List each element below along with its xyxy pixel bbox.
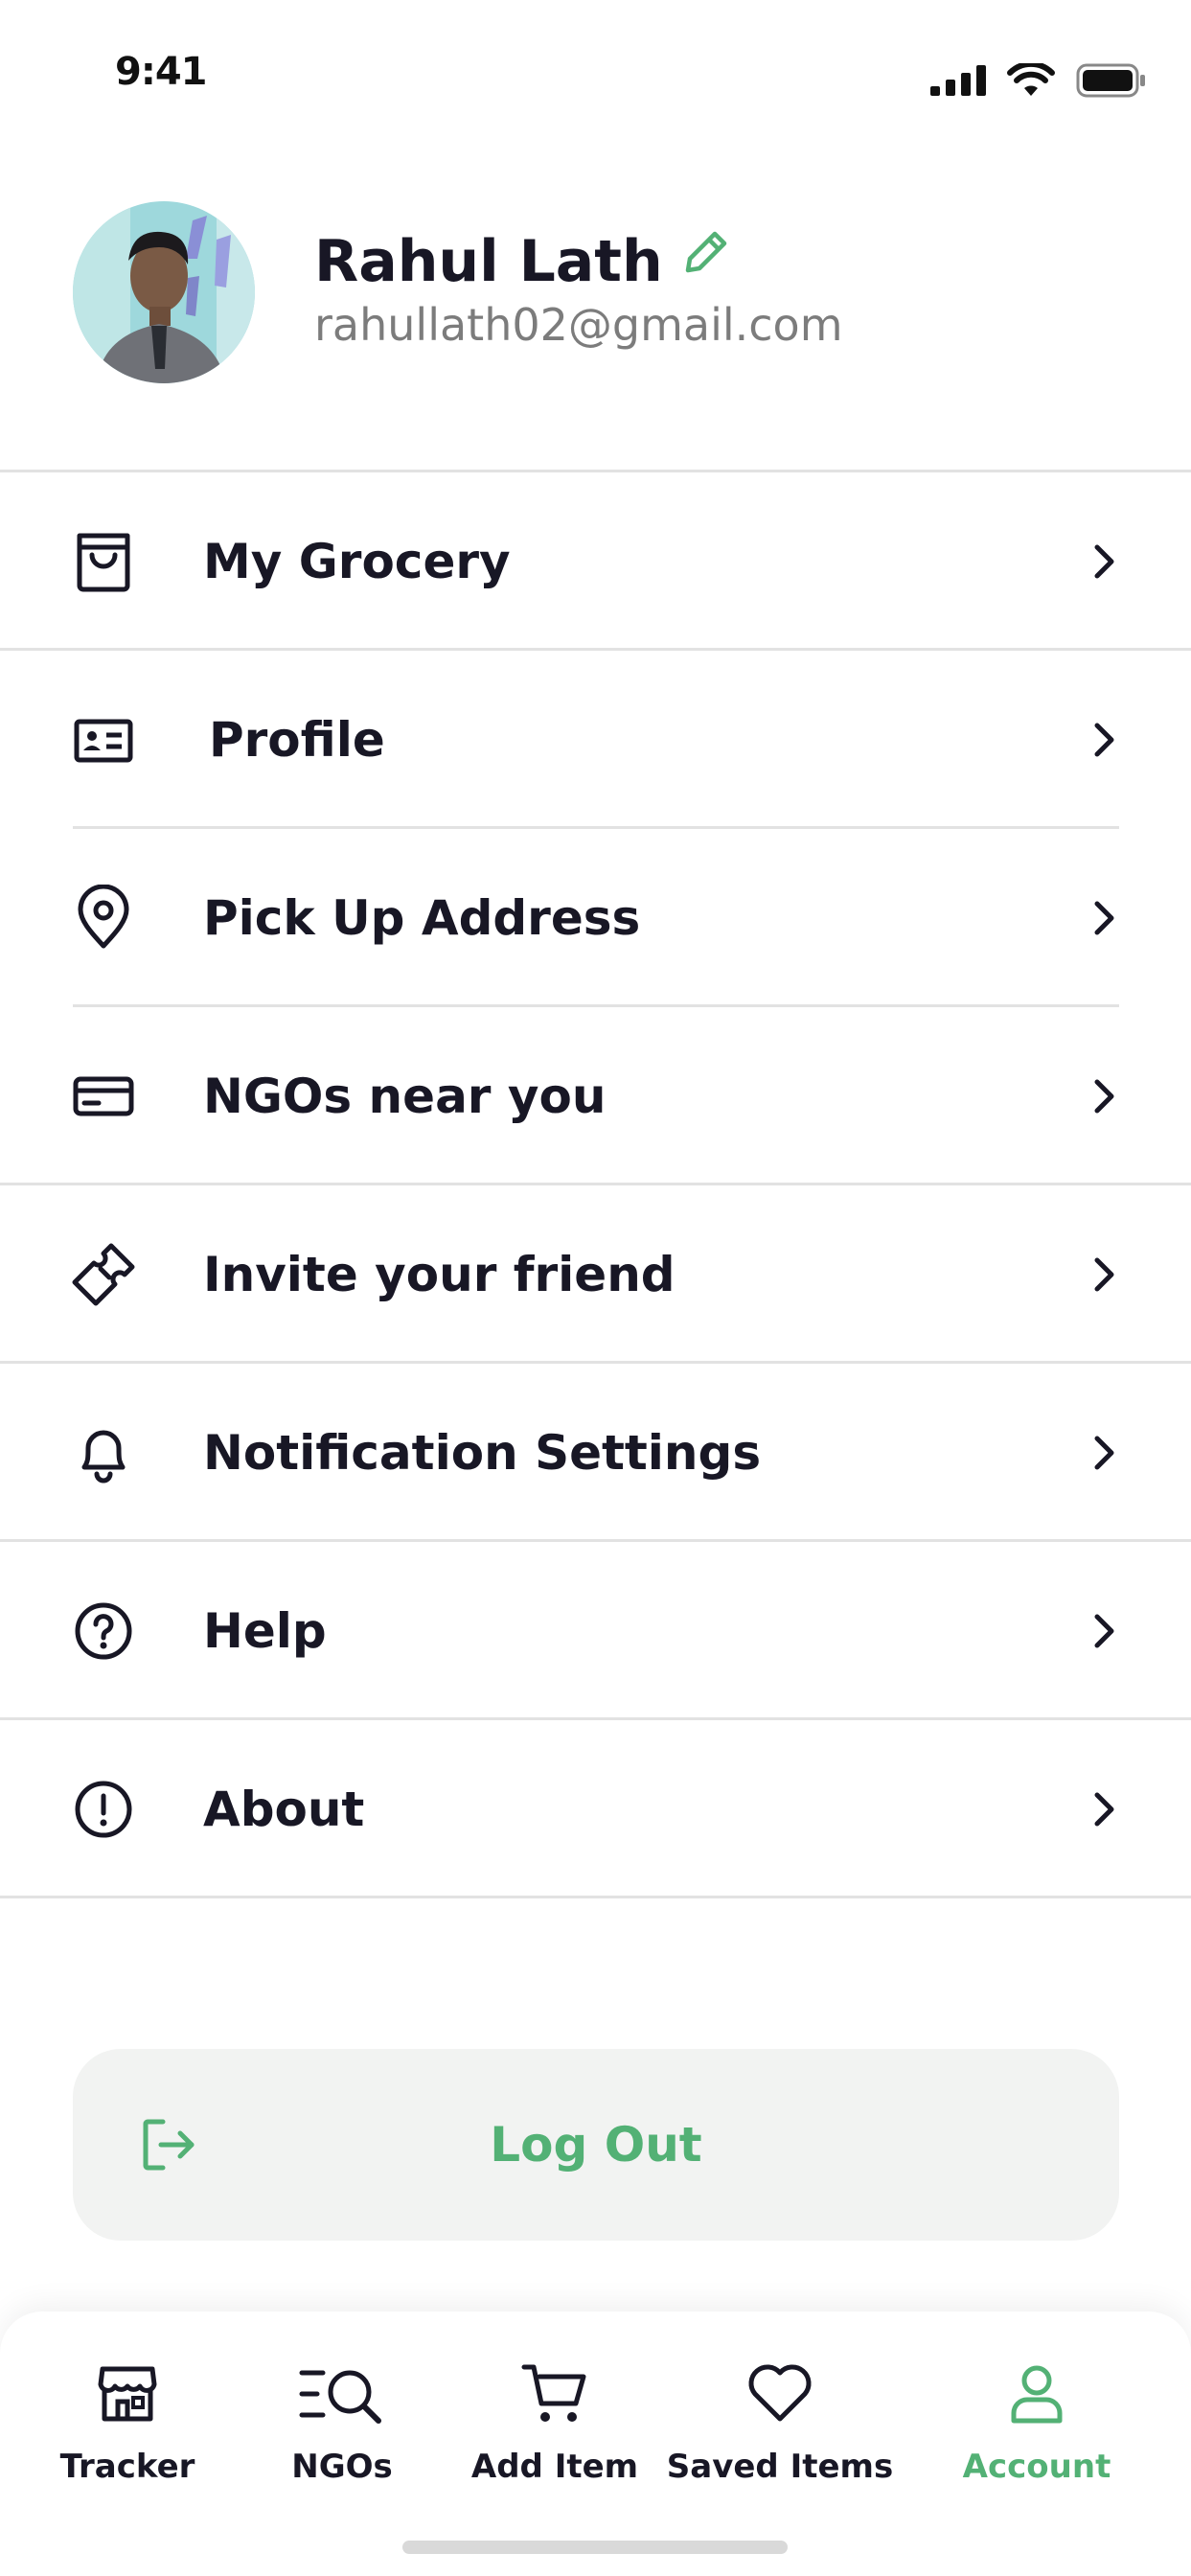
id-card-icon: [67, 703, 140, 776]
user-email: rahullath02@gmail.com: [314, 299, 843, 351]
user-name: Rahul Lath: [314, 228, 663, 295]
nav-label: Tracker: [59, 2448, 195, 2486]
nav-item-saved-items[interactable]: Saved Items: [665, 2359, 895, 2503]
ticket-icon: [67, 1238, 140, 1311]
shopping-bag-icon: [67, 525, 140, 598]
menu-item-label: Profile: [209, 712, 385, 768]
search-list-icon: [299, 2370, 381, 2424]
menu-item-help[interactable]: Help: [0, 1542, 1191, 1720]
chevron-right-icon: [1094, 1614, 1114, 1648]
menu-item-label: Help: [203, 1603, 327, 1659]
nav-label: Account: [962, 2448, 1111, 2486]
chevron-right-icon: [1094, 544, 1114, 579]
nav-item-add-item[interactable]: Add Item: [440, 2359, 670, 2503]
edit-pencil-icon[interactable]: [682, 226, 732, 276]
menu-item-pick-up-address[interactable]: Pick Up Address: [0, 829, 1191, 1007]
chevron-right-icon: [1094, 1792, 1114, 1827]
nav-item-account[interactable]: Account: [922, 2359, 1152, 2503]
help-circle-icon: [67, 1595, 140, 1668]
heart-icon: [748, 2364, 812, 2422]
logout-label: Log Out: [490, 2117, 702, 2173]
wifi-icon: [1007, 63, 1055, 96]
chevron-right-icon: [1094, 1257, 1114, 1292]
bell-icon: [67, 1416, 140, 1489]
menu-item-label: About: [203, 1782, 365, 1837]
nav-item-tracker[interactable]: Tracker: [12, 2359, 242, 2503]
menu-item-ngos-near-you[interactable]: NGOs near you: [0, 1007, 1191, 1185]
account-menu: My Grocery Profile Pick Up Address NGOs …: [0, 472, 1191, 1898]
menu-item-label: Pick Up Address: [203, 890, 641, 946]
menu-item-invite-your-friend[interactable]: Invite your friend: [0, 1185, 1191, 1364]
status-bar: 9:41: [0, 0, 1191, 144]
cellular-signal-icon: [930, 65, 986, 96]
chevron-right-icon: [1094, 1436, 1114, 1470]
menu-item-about[interactable]: About: [0, 1720, 1191, 1898]
info-circle-icon: [67, 1773, 140, 1846]
chevron-right-icon: [1094, 901, 1114, 935]
avatar[interactable]: [73, 201, 255, 383]
nav-item-ngos[interactable]: NGOs: [227, 2359, 457, 2503]
menu-item-notification-settings[interactable]: Notification Settings: [0, 1364, 1191, 1542]
logout-button[interactable]: Log Out: [73, 2049, 1119, 2241]
menu-item-label: NGOs near you: [203, 1069, 607, 1124]
status-time: 9:41: [115, 50, 207, 94]
nav-label: NGOs: [291, 2448, 393, 2486]
menu-item-label: Notification Settings: [203, 1425, 762, 1481]
card-icon: [67, 1060, 140, 1133]
menu-item-label: Invite your friend: [203, 1247, 676, 1302]
cart-icon: [521, 2364, 586, 2422]
profile-header: Rahul Lath rahullath02@gmail.com: [0, 144, 1191, 470]
status-icons: [930, 59, 1147, 102]
menu-divider: [0, 1896, 1191, 1898]
chevron-right-icon: [1094, 1079, 1114, 1114]
nav-label: Saved Items: [666, 2448, 894, 2486]
battery-icon: [1076, 63, 1145, 98]
menu-item-profile[interactable]: Profile: [0, 651, 1191, 829]
menu-item-label: My Grocery: [203, 534, 511, 589]
location-pin-icon: [67, 882, 140, 954]
store-icon: [98, 2366, 157, 2422]
bottom-nav: Tracker NGOs Add Item Saved Items Accoun…: [0, 2312, 1191, 2576]
nav-label: Add Item: [470, 2448, 639, 2486]
menu-item-my-grocery[interactable]: My Grocery: [0, 472, 1191, 651]
chevron-right-icon: [1094, 723, 1114, 757]
user-icon: [1011, 2365, 1063, 2424]
home-indicator: [402, 2541, 788, 2554]
